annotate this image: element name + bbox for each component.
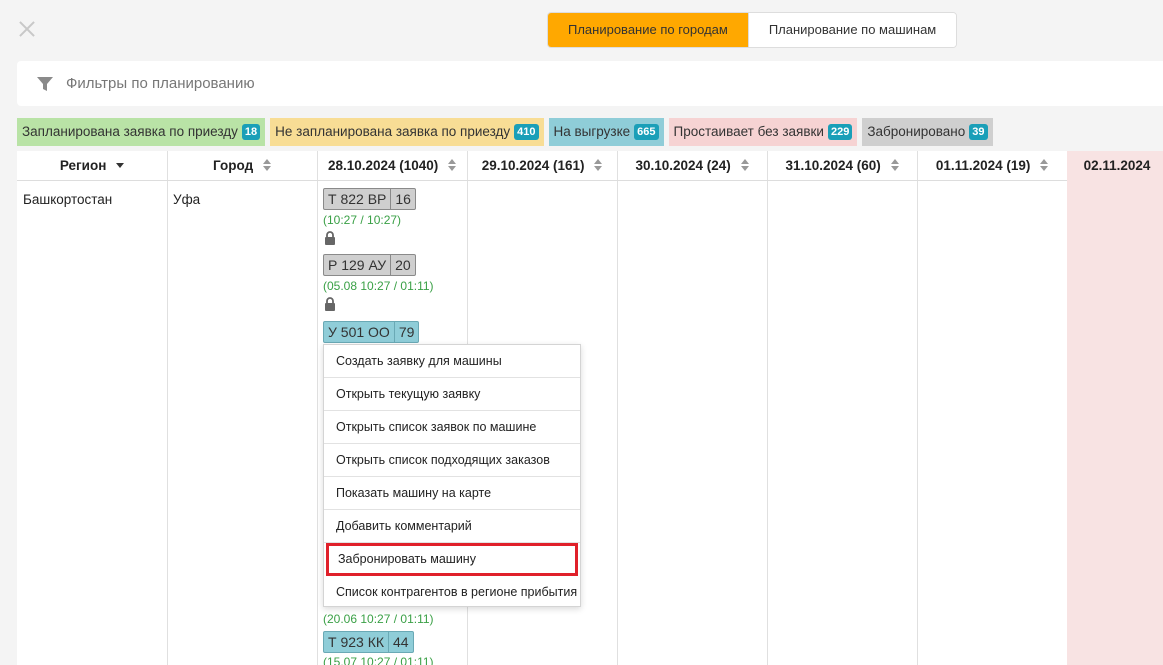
sort-icon[interactable] [262,159,271,172]
column-header-label: 28.10.2024 (1040) [327,158,439,173]
sort-desc-icon[interactable] [116,159,125,171]
truck-number: 20 [390,255,415,275]
sort-icon[interactable] [594,159,603,172]
close-icon[interactable] [16,18,38,40]
truck-time: (10:27 / 10:27) [323,213,402,227]
sort-icon[interactable] [1040,159,1049,172]
truck-plate: Т 923 КК [328,634,384,650]
column-divider [917,151,918,665]
column-header-label: 02.11.2024 [1083,158,1151,173]
tab-planning-by-cities[interactable]: Планирование по городам [548,13,748,47]
truck-card[interactable]: Т 923 КК 44 [323,631,414,653]
sort-icon[interactable] [448,159,457,172]
truck-time: (15.07 10:27 / 01:11) [323,655,434,665]
truck-plate: Р 129 АУ [328,257,387,273]
truck-card[interactable]: Р 129 АУ 20 [323,254,416,276]
column-header-date-2[interactable]: 29.10.2024 (161) [467,151,617,181]
planning-table: Регион Город 28.10.2024 (1040) 29.10.202… [17,151,1163,665]
menu-item-book-truck[interactable]: Забронировать машину [326,543,578,576]
planning-mode-switch: Планирование по городам Планирование по … [547,12,958,48]
truck-time: (20.06 10:27 / 01:11) [323,612,434,626]
tab-planning-by-trucks[interactable]: Планирование по машинам [747,13,957,47]
filter-label: Фильтры по планированию [66,75,255,92]
column-header-region[interactable]: Регион [17,151,167,181]
legend-count: 229 [827,124,853,140]
column-header-label: 30.10.2024 (24) [635,158,731,173]
lock-icon [325,231,335,245]
column-header-date-1[interactable]: 28.10.2024 (1040) [317,151,467,181]
menu-item-create-order[interactable]: Создать заявку для машины [324,345,580,378]
truck-plate: У 501 ОО [328,324,390,340]
column-divider [617,151,618,665]
row-region: Башкортостан [23,192,113,207]
legend-label: Не запланирована заявка по приезду [275,124,511,139]
truck-number: 16 [390,189,415,209]
column-header-label: 31.10.2024 (60) [785,158,881,173]
legend-idle: Простаивает без заявки 229 [668,118,858,146]
legend-label: Забронировано [867,124,966,139]
column-header-date-3[interactable]: 30.10.2024 (24) [617,151,767,181]
legend-label: На выгрузке [553,124,631,139]
column-header-date-6[interactable]: 02.11.2024 [1067,151,1163,181]
column-header-label: Город [213,158,254,173]
sort-icon[interactable] [890,159,899,172]
legend-label: Простаивает без заявки [673,124,824,139]
column-divider [167,151,168,665]
menu-item-show-on-map[interactable]: Показать машину на карте [324,477,580,510]
weekend-column-highlight [1067,151,1163,665]
truck-number: 79 [393,322,419,342]
menu-item-open-truck-orders[interactable]: Открыть список заявок по машине [324,411,580,444]
lock-icon [325,297,335,311]
menu-item-contractors-list[interactable]: Список контрагентов в регионе прибытия [324,576,580,609]
menu-item-open-matching-orders[interactable]: Открыть список подходящих заказов [324,444,580,477]
column-header-label: 01.11.2024 (19) [935,158,1031,173]
column-header-label: Регион [59,158,107,173]
table-header: Регион Город 28.10.2024 (1040) 29.10.202… [17,151,1163,181]
legend-count: 410 [514,124,539,140]
filter-icon [37,76,53,91]
truck-card[interactable]: Т 822 ВР 16 [323,188,416,210]
legend-count: 39 [969,124,988,140]
legend-not-planned: Не запланирована заявка по приезду 410 [270,118,544,146]
truck-plate: Т 822 ВР [328,191,387,207]
status-legend: Запланирована заявка по приезду 18 Не за… [17,118,993,146]
column-header-date-4[interactable]: 31.10.2024 (60) [767,151,917,181]
menu-item-add-comment[interactable]: Добавить комментарий [324,510,580,543]
legend-planned: Запланирована заявка по приезду 18 [17,118,266,146]
truck-number: 44 [388,632,413,652]
column-divider [317,151,318,665]
legend-count: 18 [241,124,261,140]
menu-item-open-current-order[interactable]: Открыть текущую заявку [324,378,580,411]
planning-filter-bar[interactable]: Фильтры по планированию [17,61,1163,106]
sort-icon[interactable] [740,159,749,172]
truck-context-menu: Создать заявку для машины Открыть текущу… [323,344,581,607]
row-city: Уфа [173,192,201,207]
column-header-date-5[interactable]: 01.11.2024 (19) [917,151,1067,181]
legend-label: Запланирована заявка по приезду [22,124,238,139]
legend-booked: Забронировано 39 [862,118,993,146]
legend-unloading: На выгрузке 665 [548,118,664,146]
legend-count: 665 [634,124,659,140]
column-header-label: 29.10.2024 (161) [481,158,585,173]
truck-card[interactable]: У 501 ОО 79 [323,321,420,343]
column-header-city[interactable]: Город [167,151,317,181]
column-divider [767,151,768,665]
truck-time: (05.08 10:27 / 01:11) [323,279,434,293]
